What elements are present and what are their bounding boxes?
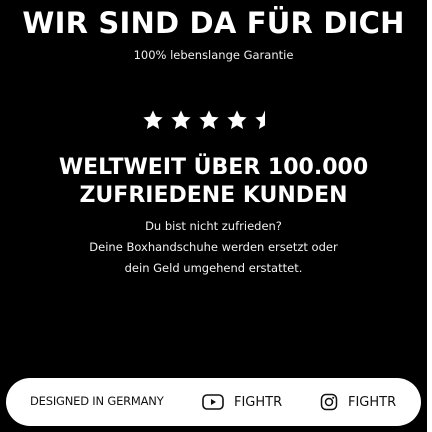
star-icon bbox=[227, 110, 247, 129]
instagram-icon bbox=[320, 393, 338, 411]
footer-bar: DESIGNED IN GERMANY FIGHTR FIGHTR bbox=[6, 378, 421, 426]
guarantee-panel: WIR SIND DA FÜR DICH 100% lebenslange Ga… bbox=[0, 0, 427, 432]
youtube-icon bbox=[202, 394, 224, 410]
instagram-link[interactable]: FIGHTR bbox=[320, 391, 396, 413]
page-title: WIR SIND DA FÜR DICH bbox=[22, 6, 405, 40]
rating-stars bbox=[142, 109, 276, 131]
star-icon bbox=[171, 110, 191, 129]
message-line-2: Deine Boxhandschuhe werden ersetzt oder bbox=[89, 240, 338, 254]
guarantee-subtitle: 100% lebenslange Garantie bbox=[133, 48, 294, 62]
instagram-label: FIGHTR bbox=[348, 394, 397, 410]
half-star-icon bbox=[255, 110, 265, 129]
designed-in-germany-text: DESIGNED IN GERMANY bbox=[30, 394, 164, 408]
star-icon bbox=[199, 110, 219, 129]
youtube-link[interactable]: FIGHTR bbox=[202, 391, 282, 413]
message-line-1: Du bist nicht zufrieden? bbox=[145, 219, 282, 233]
youtube-label: FIGHTR bbox=[234, 394, 283, 410]
claim-line-1: WELTWEIT ÜBER 100.000 bbox=[58, 155, 369, 180]
customer-claim: WELTWEIT ÜBER 100.000 ZUFRIEDENE KUNDEN bbox=[0, 154, 427, 210]
star-icon bbox=[143, 110, 163, 129]
guarantee-message: Du bist nicht zufrieden? Deine Boxhandsc… bbox=[0, 216, 427, 279]
page-frame: WIR SIND DA FÜR DICH 100% lebenslange Ga… bbox=[0, 0, 432, 432]
claim-line-2: ZUFRIEDENE KUNDEN bbox=[79, 183, 348, 208]
message-line-3: dein Geld umgehend erstattet. bbox=[124, 261, 303, 275]
